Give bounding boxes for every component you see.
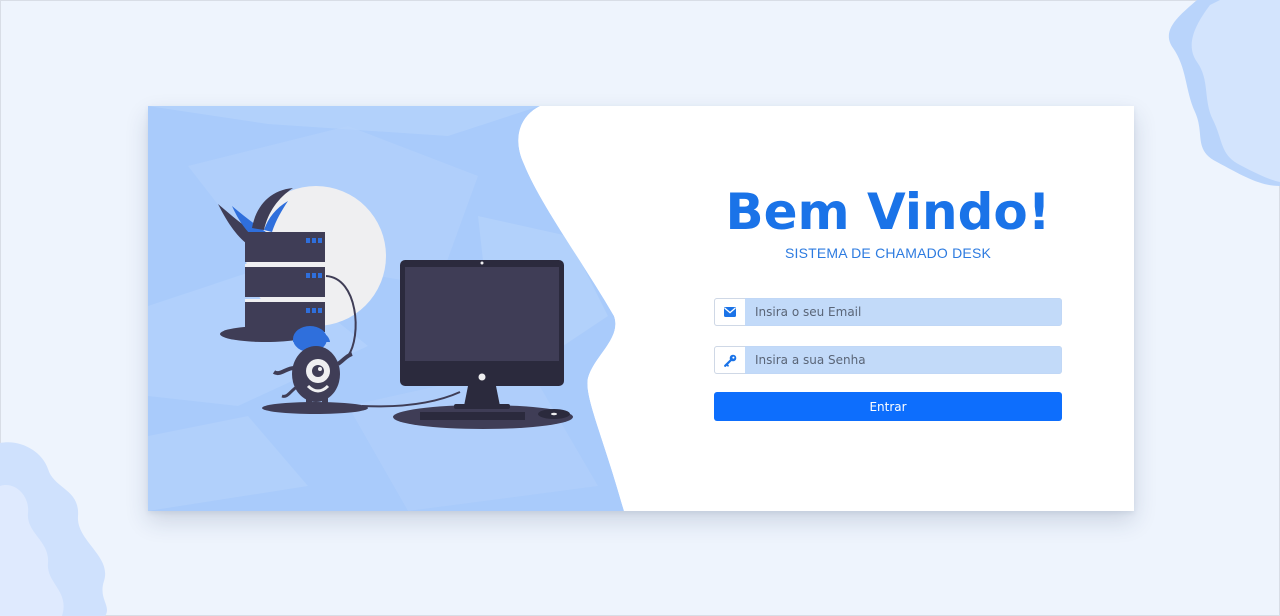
password-input[interactable]	[745, 346, 1062, 374]
envelope-icon	[714, 298, 745, 326]
decorative-blob-top-right	[1168, 0, 1280, 186]
login-card: Bem Vindo! SISTEMA DE CHAMADO DESK Entra…	[148, 106, 1134, 511]
welcome-subtitle: SISTEMA DE CHAMADO DESK	[784, 245, 992, 261]
welcome-title: Bem Vindo!	[725, 183, 1051, 241]
key-icon	[714, 346, 745, 374]
email-input[interactable]	[745, 298, 1062, 326]
decorative-blob-bottom-left	[0, 442, 108, 616]
password-input-group	[714, 346, 1062, 374]
login-button[interactable]: Entrar	[714, 392, 1062, 421]
email-input-group	[714, 298, 1062, 326]
